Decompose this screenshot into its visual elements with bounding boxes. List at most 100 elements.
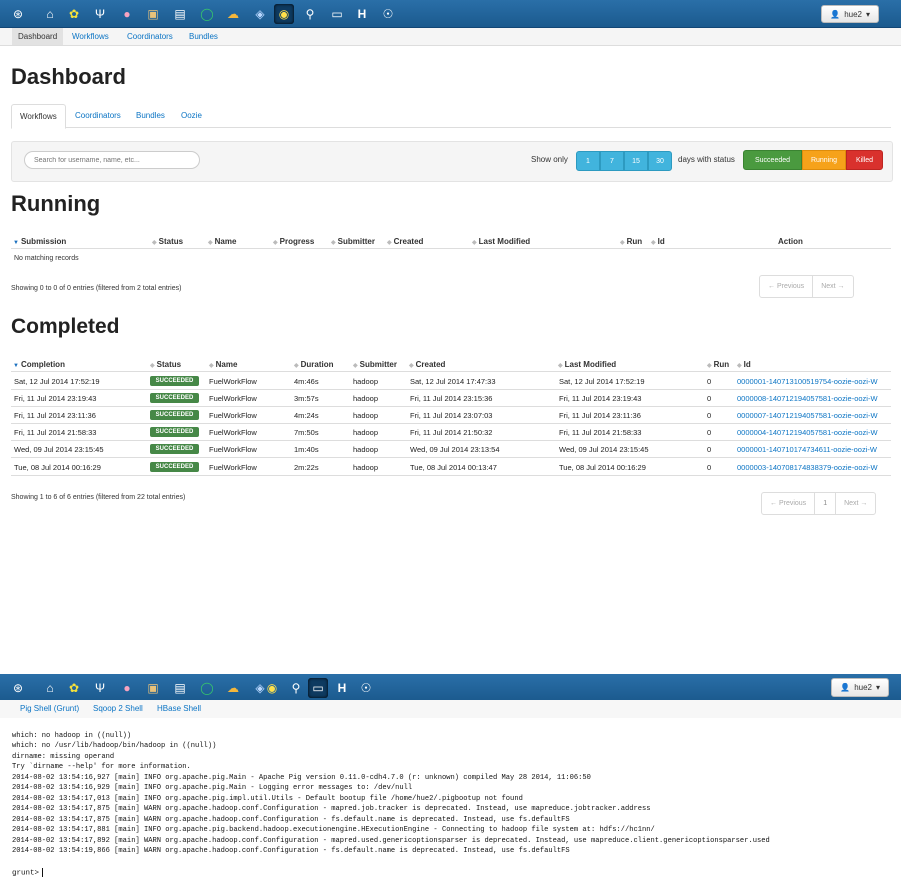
tab-hbase-shell[interactable]: HBase Shell [151, 700, 207, 717]
completion-cell: Fri, 11 Jul 2014 21:58:33 [14, 428, 97, 437]
col-id[interactable]: ◆ Id [737, 360, 751, 369]
table-row[interactable]: SUCCEEDED Sat, 12 Jul 2014 17:52:19 FuelWo… [11, 373, 891, 390]
status-badge: SUCCEEDED [150, 462, 199, 472]
hue-logo-icon[interactable]: ⊛ [8, 4, 28, 24]
tuning-fork-icon[interactable]: Ψ [90, 678, 110, 698]
id-link[interactable]: 0000008-140712194057581-oozie-oozi-W [737, 394, 878, 403]
col-last-modified[interactable]: ◆ Last Modified [558, 360, 616, 369]
security-icon[interactable]: ◉ [262, 678, 282, 698]
completed-page-1[interactable]: 1 [815, 493, 837, 514]
sort-icon: ◆ [331, 240, 336, 246]
prompt-label: grunt> [12, 869, 40, 878]
id-link[interactable]: 0000003-140708174838379-oozie-oozi-W [737, 463, 878, 472]
table-row[interactable]: SUCCEEDED Fri, 11 Jul 2014 23:11:36 FuelWo… [11, 407, 891, 424]
succeeded-filter-button[interactable]: Succeeded [743, 150, 802, 170]
user-icon: 👤 [830, 9, 841, 19]
col-name[interactable]: ◆ Name [208, 237, 236, 246]
running-next-button[interactable]: Next → [813, 276, 852, 297]
id-link[interactable]: 0000004-140712194057581-oozie-oozi-W [737, 428, 878, 437]
col-status[interactable]: ◆ Status [150, 360, 181, 369]
job-designer-icon[interactable]: ◯ [197, 678, 217, 698]
shell-icon[interactable]: ▭ [308, 678, 328, 698]
subnav-bundles[interactable]: Bundles [183, 28, 224, 45]
tab-workflows[interactable]: Workflows [11, 104, 66, 129]
killed-filter-button[interactable]: Killed [846, 150, 883, 170]
job-designer-icon[interactable]: ◯ [197, 4, 217, 24]
days-1-button[interactable]: 1 [576, 151, 600, 171]
col-created[interactable]: ◆ Created [409, 360, 445, 369]
sqoop-icon[interactable]: ▣ [143, 678, 163, 698]
hadoop-h-icon[interactable]: H [352, 4, 372, 24]
sort-icon: ◆ [707, 363, 712, 369]
shell-prompt[interactable]: grunt> [12, 868, 44, 878]
hue-logo-icon[interactable]: ⊛ [8, 678, 28, 698]
sqoop-icon[interactable]: ▣ [143, 4, 163, 24]
tab-oozie[interactable]: Oozie [173, 104, 210, 128]
shell-icon[interactable]: ▭ [327, 4, 347, 24]
col-run[interactable]: ◆ Run [620, 237, 642, 246]
table-row[interactable]: SUCCEEDED Wed, 09 Jul 2014 23:15:45 FuelWo… [11, 441, 891, 458]
completion-cell: Tue, 08 Jul 2014 00:16:29 [14, 463, 101, 472]
col-duration[interactable]: ◆ Duration [294, 360, 334, 369]
tuning-fork-icon[interactable]: Ψ [90, 4, 110, 24]
beeswax-icon[interactable]: ✿ [64, 678, 84, 698]
col-submitter[interactable]: ◆ Submitter [331, 237, 375, 246]
days-7-button[interactable]: 7 [600, 151, 624, 171]
oozie-subnav: Dashboard Workflows Coordinators Bundles [0, 28, 901, 46]
search-input[interactable] [24, 151, 200, 169]
tab-pig-shell[interactable]: Pig Shell (Grunt) [14, 700, 85, 717]
col-name[interactable]: ◆ Name [209, 360, 237, 369]
oozie-icon[interactable]: ☁ [223, 678, 243, 698]
file-browser-icon[interactable]: ▤ [170, 678, 190, 698]
subnav-workflows[interactable]: Workflows [66, 28, 115, 45]
sort-icon: ◆ [294, 363, 299, 369]
col-submitter[interactable]: ◆ Submitter [353, 360, 397, 369]
col-run[interactable]: ◆ Run [707, 360, 729, 369]
duration-cell: 7m:50s [294, 428, 319, 437]
beeswax-icon[interactable]: ✿ [64, 4, 84, 24]
help-icon[interactable]: ☉ [378, 4, 398, 24]
home-icon[interactable]: ⌂ [40, 678, 60, 698]
home-icon[interactable]: ⌂ [40, 4, 60, 24]
subnav-coordinators[interactable]: Coordinators [121, 28, 179, 45]
hadoop-h-icon[interactable]: H [332, 678, 352, 698]
col-created[interactable]: ◆ Created [387, 237, 423, 246]
file-browser-icon[interactable]: ▤ [170, 4, 190, 24]
running-prev-button[interactable]: ← Previous [760, 276, 814, 297]
col-action: Action [778, 237, 803, 246]
id-link[interactable]: 0000001-140713100519754-oozie-oozi-W [737, 377, 878, 386]
tab-coordinators[interactable]: Coordinators [67, 104, 129, 128]
show-only-label: Show only [531, 155, 568, 164]
col-submission[interactable]: ▼ Submission [13, 237, 66, 246]
subnav-dashboard[interactable]: Dashboard [12, 28, 64, 45]
tab-bundles[interactable]: Bundles [128, 104, 173, 128]
security-icon[interactable]: ◉ [274, 4, 294, 24]
pig-icon[interactable]: ● [117, 4, 137, 24]
user-menu-button[interactable]: 👤 hue2 ▾ [831, 678, 889, 697]
days-30-button[interactable]: 30 [648, 151, 672, 171]
col-completion[interactable]: ▼ Completion [13, 360, 65, 369]
id-link[interactable]: 0000007-140712194057581-oozie-oozi-W [737, 411, 878, 420]
hbase-icon[interactable]: ◈ [250, 4, 270, 24]
completed-next-button[interactable]: Next → [836, 493, 875, 514]
days-15-button[interactable]: 15 [624, 151, 648, 171]
table-row[interactable]: SUCCEEDED Fri, 11 Jul 2014 23:19:43 FuelWo… [11, 390, 891, 407]
search-icon[interactable]: ⚲ [286, 678, 306, 698]
col-status[interactable]: ◆ Status [152, 237, 183, 246]
running-filter-button[interactable]: Running [802, 150, 846, 170]
col-progress[interactable]: ◆ Progress [273, 237, 314, 246]
pig-icon[interactable]: ● [117, 678, 137, 698]
completed-prev-button[interactable]: ← Previous [762, 493, 816, 514]
completion-cell: Sat, 12 Jul 2014 17:52:19 [14, 377, 100, 386]
table-row[interactable]: SUCCEEDED Fri, 11 Jul 2014 21:58:33 FuelWo… [11, 424, 891, 441]
user-menu-button[interactable]: 👤 hue2 ▾ [821, 5, 879, 23]
submitter-cell: hadoop [353, 411, 379, 420]
tab-sqoop-shell[interactable]: Sqoop 2 Shell [87, 700, 149, 717]
help-icon[interactable]: ☉ [356, 678, 376, 698]
col-id[interactable]: ◆ Id [651, 237, 665, 246]
id-link[interactable]: 0000001-140710174734611-oozie-oozi-W [737, 445, 877, 454]
search-icon[interactable]: ⚲ [300, 4, 320, 24]
oozie-icon[interactable]: ☁ [223, 4, 243, 24]
col-last-modified[interactable]: ◆ Last Modified [472, 237, 530, 246]
table-row[interactable]: SUCCEEDED Tue, 08 Jul 2014 00:16:29 FuelWo… [11, 459, 891, 476]
